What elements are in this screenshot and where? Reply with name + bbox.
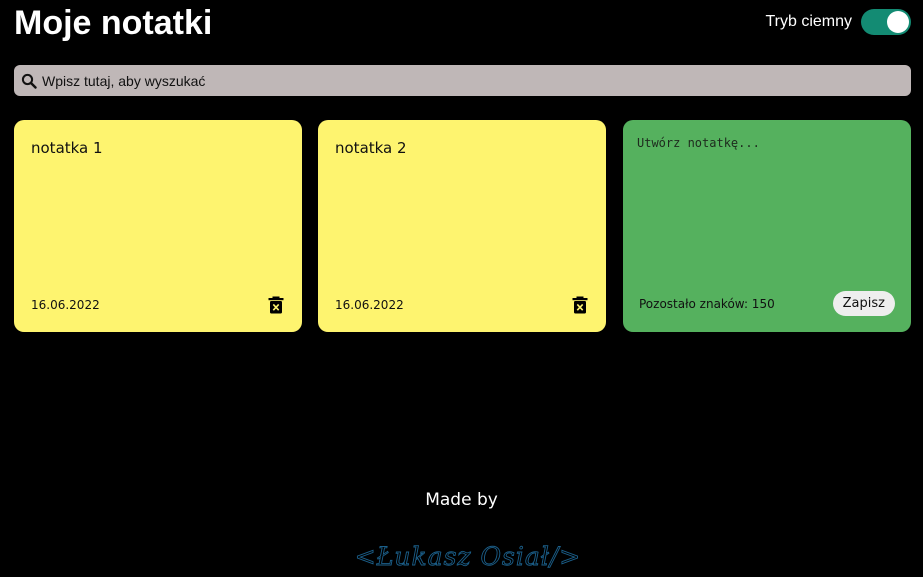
page-title: Moje notatki — [14, 4, 213, 42]
note-card: notatka 2 16.06.2022 — [318, 120, 606, 332]
svg-text:<Łukasz Osiał/>: <Łukasz Osiał/> — [355, 542, 581, 571]
search-icon — [20, 72, 38, 90]
footer: Made by — [0, 490, 923, 510]
notes-list: notatka 1 16.06.2022 notatka 2 16.06.202… — [14, 120, 911, 332]
new-note-card: Pozostało znaków: 150 Zapisz — [623, 120, 911, 332]
dark-mode-label: Tryb ciemny — [765, 13, 852, 30]
note-text: notatka 1 — [31, 139, 103, 157]
trash-icon[interactable] — [268, 296, 284, 314]
author-signature: <Łukasz Osiał/> — [354, 542, 581, 572]
search-input[interactable] — [42, 65, 911, 96]
note-text: notatka 2 — [335, 139, 407, 157]
note-date: 16.06.2022 — [335, 298, 404, 312]
note-date: 16.06.2022 — [31, 298, 100, 312]
switch-knob — [887, 11, 909, 33]
dark-mode-switch[interactable] — [861, 9, 911, 35]
chars-remaining: Pozostało znaków: 150 — [639, 297, 775, 311]
dark-mode-toggle[interactable]: Tryb ciemny — [765, 9, 911, 35]
note-card: notatka 1 16.06.2022 — [14, 120, 302, 332]
search-bar — [14, 65, 911, 96]
made-by-text: Made by — [425, 490, 498, 510]
header: Moje notatki Tryb ciemny — [14, 0, 911, 46]
trash-icon[interactable] — [572, 296, 588, 314]
save-button[interactable]: Zapisz — [832, 291, 895, 316]
new-note-input[interactable] — [637, 136, 895, 266]
